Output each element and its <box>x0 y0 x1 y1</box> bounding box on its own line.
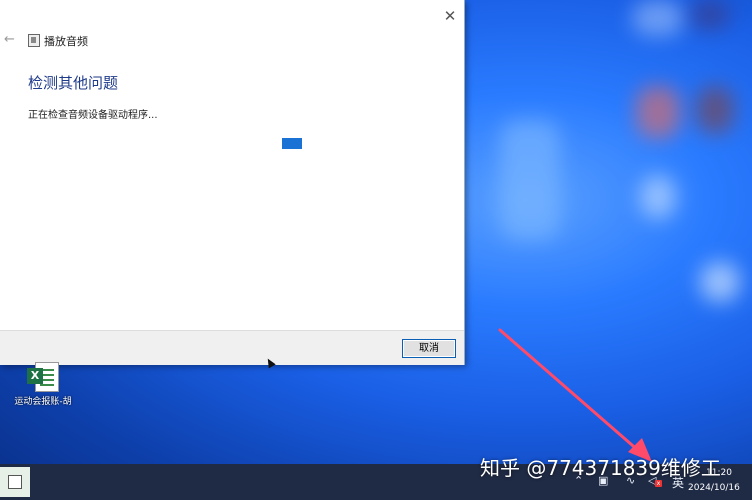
desktop-excel-file[interactable]: X 运动会报账-胡 <box>12 362 74 408</box>
desktop-blur-shape <box>696 86 734 134</box>
desktop-blur-shape <box>700 262 740 302</box>
close-button[interactable]: ✕ <box>440 6 460 26</box>
taskbar-app-button[interactable] <box>0 467 30 497</box>
speaker-app-icon <box>28 34 40 47</box>
muted-x-badge-icon: x <box>655 480 662 487</box>
desktop-blur-shape <box>690 0 730 30</box>
close-icon: ✕ <box>443 7 457 25</box>
desktop-blur-shape <box>500 120 560 240</box>
desktop-blur-shape <box>640 175 676 219</box>
desktop-blur-shape <box>632 0 684 36</box>
dialog-heading: 检测其他问题 <box>28 74 119 92</box>
desktop-blur-shape <box>636 86 680 138</box>
desktop-icon-label: 运动会报账-胡 <box>14 397 72 407</box>
watermark: 知乎 @774371839维修工 <box>480 456 721 480</box>
back-arrow-icon[interactable]: ← <box>4 32 15 47</box>
clock-date[interactable]: 2024/10/16 <box>688 483 740 493</box>
window-icon <box>8 475 22 489</box>
troubleshooter-dialog: ← 播放音频 ✕ 检测其他问题 正在检查音频设备驱动程序... 取消 <box>0 0 465 365</box>
status-text: 正在检查音频设备驱动程序... <box>28 110 158 121</box>
progress-indicator <box>282 138 302 149</box>
excel-icon: X <box>27 362 59 392</box>
cancel-button[interactable]: 取消 <box>402 339 456 358</box>
dialog-footer <box>0 330 464 365</box>
dialog-app-title: 播放音频 <box>44 35 88 48</box>
